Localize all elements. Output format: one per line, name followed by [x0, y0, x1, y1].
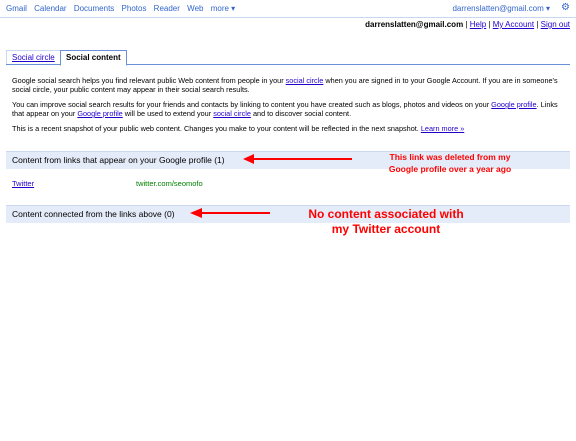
tab-social-content[interactable]: Social content: [60, 50, 127, 66]
learn-more-link[interactable]: Learn more »: [421, 124, 464, 133]
intro-paragraph-2: You can improve social search results fo…: [12, 100, 558, 118]
twitter-link[interactable]: Twitter: [12, 179, 34, 188]
sign-out-link[interactable]: Sign out: [541, 20, 570, 29]
annotation-no-content: No content associated with my Twitter ac…: [268, 207, 504, 237]
nav-photos[interactable]: Photos: [122, 4, 147, 13]
google-profile-link[interactable]: Google profile: [491, 100, 536, 109]
nav-reader[interactable]: Reader: [154, 4, 180, 13]
intro-paragraph-1: Google social search helps you find rele…: [12, 76, 558, 94]
help-link[interactable]: Help: [470, 20, 486, 29]
account-menu[interactable]: darrenslatten@gmail.com ▾: [452, 4, 550, 13]
intro-text: Google social search helps you find rele…: [12, 76, 564, 139]
section-connected-title: Content connected from the links above (…: [12, 209, 175, 219]
nav-web[interactable]: Web: [187, 4, 203, 13]
top-bar: Gmail Calendar Documents Photos Reader W…: [0, 0, 576, 18]
annotation-no-content-line2: my Twitter account: [331, 222, 441, 236]
annotation-deleted-line2: Google profile over a year ago: [388, 164, 512, 174]
my-account-link[interactable]: My Account: [493, 20, 534, 29]
annotation-deleted-link: This link was deleted from my Google pro…: [355, 151, 545, 175]
nav-gmail[interactable]: Gmail: [6, 4, 27, 13]
nav-calendar[interactable]: Calendar: [34, 4, 66, 13]
social-circle-link-2[interactable]: social circle: [213, 109, 251, 118]
nav-documents[interactable]: Documents: [74, 4, 114, 13]
tab-bar: Social circle Social content: [6, 50, 570, 66]
annotation-deleted-line1: This link was deleted from my: [389, 152, 511, 162]
user-row: darrenslatten@gmail.com | Help | My Acco…: [365, 20, 570, 29]
google-profile-link-2[interactable]: Google profile: [77, 109, 122, 118]
social-circle-link[interactable]: social circle: [286, 76, 324, 85]
tab-social-circle[interactable]: Social circle: [6, 50, 61, 64]
gear-icon[interactable]: ⚙: [561, 2, 570, 13]
twitter-url: twitter.com/seomofo: [136, 179, 203, 188]
user-email: darrenslatten@gmail.com: [365, 20, 464, 29]
nav-more[interactable]: more ▾: [211, 4, 235, 13]
annotation-no-content-line1: No content associated with: [308, 207, 464, 221]
tab-social-circle-label[interactable]: Social circle: [12, 53, 55, 62]
section-profile-links-title: Content from links that appear on your G…: [12, 155, 225, 165]
intro-paragraph-3: This is a recent snapshot of your public…: [12, 124, 465, 133]
top-nav: Gmail Calendar Documents Photos Reader W…: [6, 4, 240, 13]
